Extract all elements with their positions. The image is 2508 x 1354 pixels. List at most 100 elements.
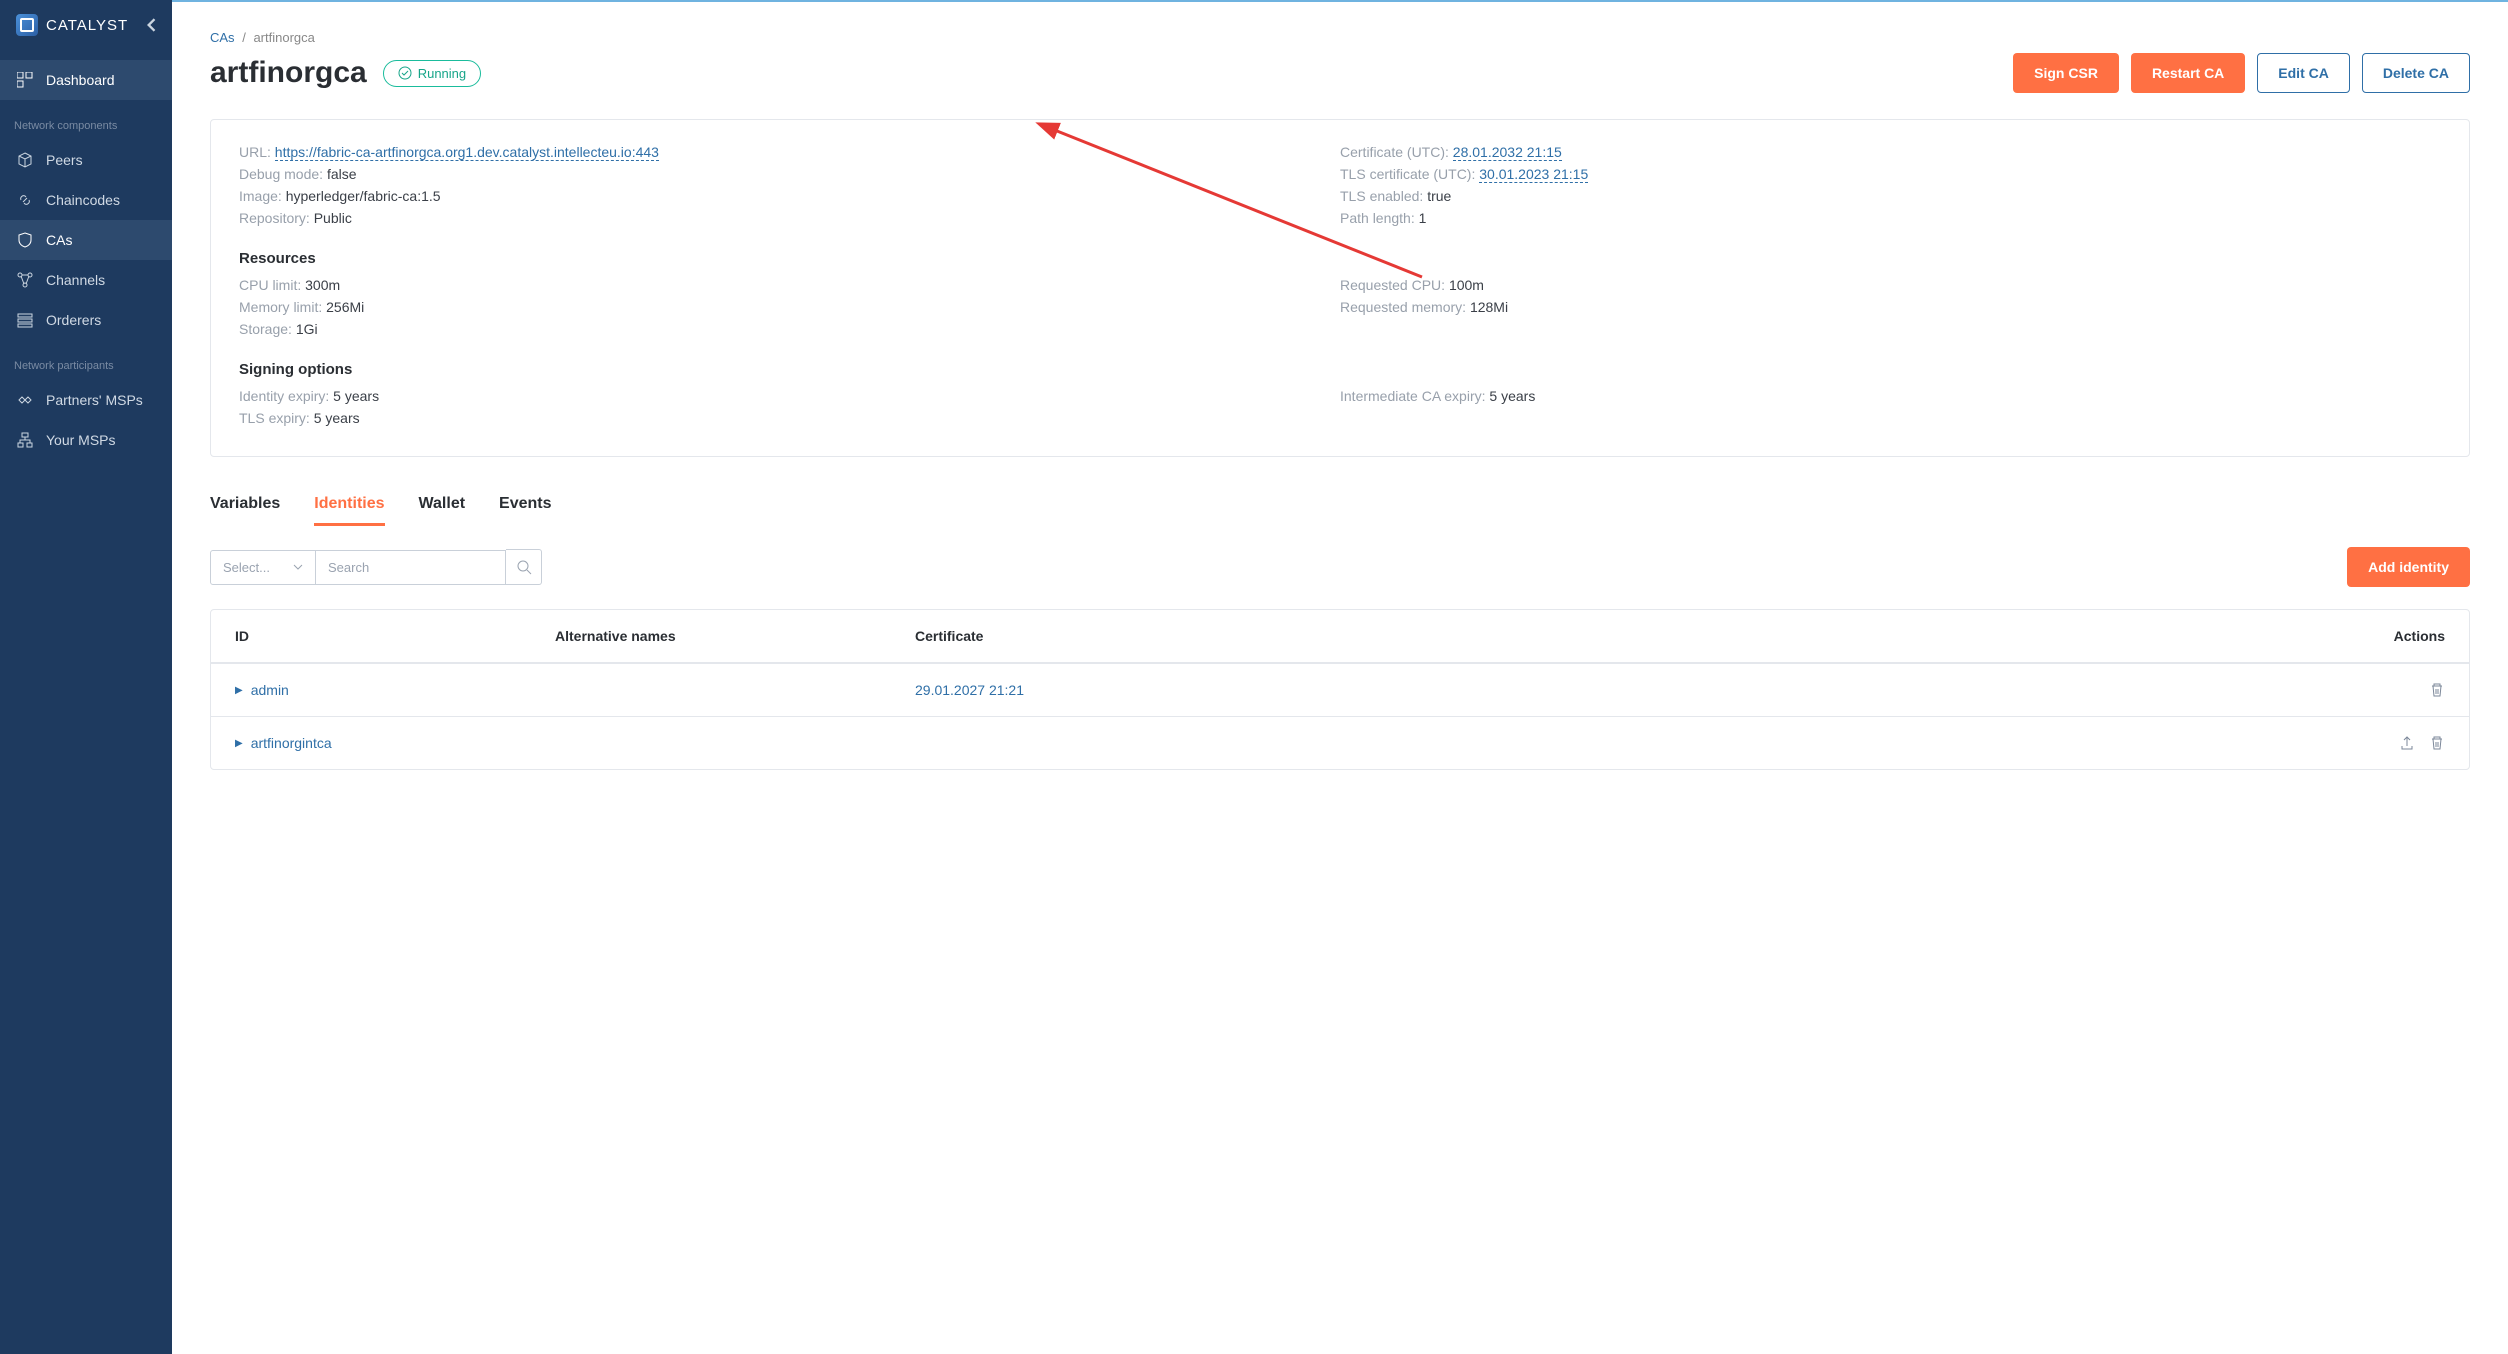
action-buttons: Sign CSR Restart CA Edit CA Delete CA [2013, 53, 2470, 93]
req-mem-value: 128Mi [1470, 299, 1508, 315]
tls-enabled-label: TLS enabled: [1340, 188, 1423, 204]
tab-events[interactable]: Events [499, 495, 551, 526]
url-link[interactable]: https://fabric-ca-artfinorgca.org1.dev.c… [275, 144, 659, 161]
nav-label: Dashboard [46, 72, 115, 88]
delete-ca-button[interactable]: Delete CA [2362, 53, 2470, 93]
caret-right-icon: ▶ [235, 685, 243, 696]
nav-label: Partners' MSPs [46, 392, 143, 408]
select-placeholder: Select... [223, 560, 270, 575]
shield-icon [16, 232, 34, 248]
export-icon [2399, 735, 2415, 751]
search-placeholder: Search [328, 560, 369, 575]
breadcrumb-current: artfinorgca [253, 30, 314, 45]
row-id[interactable]: admin [251, 682, 289, 698]
cube-icon [16, 152, 34, 168]
tab-identities[interactable]: Identities [314, 495, 384, 526]
id-exp-value: 5 years [333, 388, 379, 404]
export-button[interactable] [2399, 735, 2415, 751]
nav-your-msps[interactable]: Your MSPs [0, 420, 172, 460]
restart-ca-button[interactable]: Restart CA [2131, 53, 2245, 93]
table-row[interactable]: ▶ artfinorgintca [211, 716, 2469, 769]
section-network-participants: Network participants [0, 340, 172, 380]
debug-value: false [327, 166, 357, 182]
identities-table: ID Alternative names Certificate Actions… [210, 609, 2470, 770]
mem-limit-value: 256Mi [326, 299, 364, 315]
add-identity-button[interactable]: Add identity [2347, 547, 2470, 587]
tab-variables[interactable]: Variables [210, 495, 280, 526]
tls-exp-label: TLS expiry: [239, 410, 310, 426]
dashboard-icon [16, 72, 34, 88]
breadcrumb: CAs / artfinorgca [210, 30, 2470, 45]
cert-link[interactable]: 28.01.2032 21:15 [1453, 144, 1562, 161]
trash-icon [2429, 682, 2445, 698]
nav-orderers[interactable]: Orderers [0, 300, 172, 340]
resources-heading: Resources [239, 250, 2441, 267]
signing-heading: Signing options [239, 361, 2441, 378]
table-row[interactable]: ▶ admin 29.01.2027 21:21 [211, 663, 2469, 716]
nav-chaincodes[interactable]: Chaincodes [0, 180, 172, 220]
nav-label: Peers [46, 152, 83, 168]
page-title: artfinorgca [210, 56, 367, 90]
row-cert: 29.01.2027 21:21 [915, 682, 2365, 698]
inter-exp-label: Intermediate CA expiry: [1340, 388, 1486, 404]
stack-icon [16, 312, 34, 328]
breadcrumb-root[interactable]: CAs [210, 30, 235, 45]
section-network-components: Network components [0, 100, 172, 140]
chevron-down-icon [293, 564, 303, 570]
storage-value: 1Gi [296, 321, 318, 337]
repo-value: Public [314, 210, 352, 226]
req-mem-label: Requested memory: [1340, 299, 1466, 315]
check-circle-icon [398, 66, 412, 80]
image-label: Image: [239, 188, 282, 204]
nav-label: Chaincodes [46, 192, 120, 208]
delete-button[interactable] [2429, 682, 2445, 698]
org-icon [16, 432, 34, 448]
path-len-value: 1 [1419, 210, 1427, 226]
title-row: artfinorgca Running Sign CSR Restart CA … [210, 53, 2470, 93]
search-button[interactable] [506, 549, 542, 585]
info-panel: URL: https://fabric-ca-artfinorgca.org1.… [210, 119, 2470, 457]
search-input[interactable]: Search [316, 550, 506, 585]
cert-label: Certificate (UTC): [1340, 144, 1449, 160]
row-id[interactable]: artfinorgintca [251, 735, 332, 751]
handshake-icon [16, 392, 34, 408]
main-nav: Dashboard Network components Peers Chain… [0, 60, 172, 460]
col-header-id: ID [235, 628, 555, 644]
sidebar: CATALYST Dashboard Network components Pe… [0, 0, 172, 1354]
chevron-left-icon [146, 18, 156, 32]
nav-partners-msps[interactable]: Partners' MSPs [0, 380, 172, 420]
tab-wallet[interactable]: Wallet [419, 495, 466, 526]
mem-limit-label: Memory limit: [239, 299, 322, 315]
nav-label: Your MSPs [46, 432, 116, 448]
req-cpu-label: Requested CPU: [1340, 277, 1445, 293]
col-header-actions: Actions [2365, 628, 2445, 644]
req-cpu-value: 100m [1449, 277, 1484, 293]
logo-row: CATALYST [0, 0, 172, 50]
nav-label: Channels [46, 272, 105, 288]
nav-dashboard[interactable]: Dashboard [0, 60, 172, 100]
nav-cas[interactable]: CAs [0, 220, 172, 260]
detail-tabs: Variables Identities Wallet Events [210, 495, 2470, 527]
status-text: Running [418, 66, 466, 81]
inter-exp-value: 5 years [1489, 388, 1535, 404]
breadcrumb-separator: / [242, 30, 246, 45]
sign-csr-button[interactable]: Sign CSR [2013, 53, 2119, 93]
path-len-label: Path length: [1340, 210, 1415, 226]
col-header-cert: Certificate [915, 628, 2365, 644]
nav-channels[interactable]: Channels [0, 260, 172, 300]
storage-label: Storage: [239, 321, 292, 337]
filter-row: Select... Search Add identity [210, 547, 2470, 587]
nav-label: Orderers [46, 312, 101, 328]
tls-cert-link[interactable]: 30.01.2023 21:15 [1479, 166, 1588, 183]
delete-button[interactable] [2429, 735, 2445, 751]
url-label: URL: [239, 144, 271, 160]
collapse-sidebar-button[interactable] [146, 18, 156, 32]
cpu-limit-label: CPU limit: [239, 277, 301, 293]
filter-select[interactable]: Select... [210, 550, 316, 585]
edit-ca-button[interactable]: Edit CA [2257, 53, 2350, 93]
nav-peers[interactable]: Peers [0, 140, 172, 180]
tls-cert-label: TLS certificate (UTC): [1340, 166, 1475, 182]
id-exp-label: Identity expiry: [239, 388, 329, 404]
caret-right-icon: ▶ [235, 738, 243, 749]
trash-icon [2429, 735, 2445, 751]
